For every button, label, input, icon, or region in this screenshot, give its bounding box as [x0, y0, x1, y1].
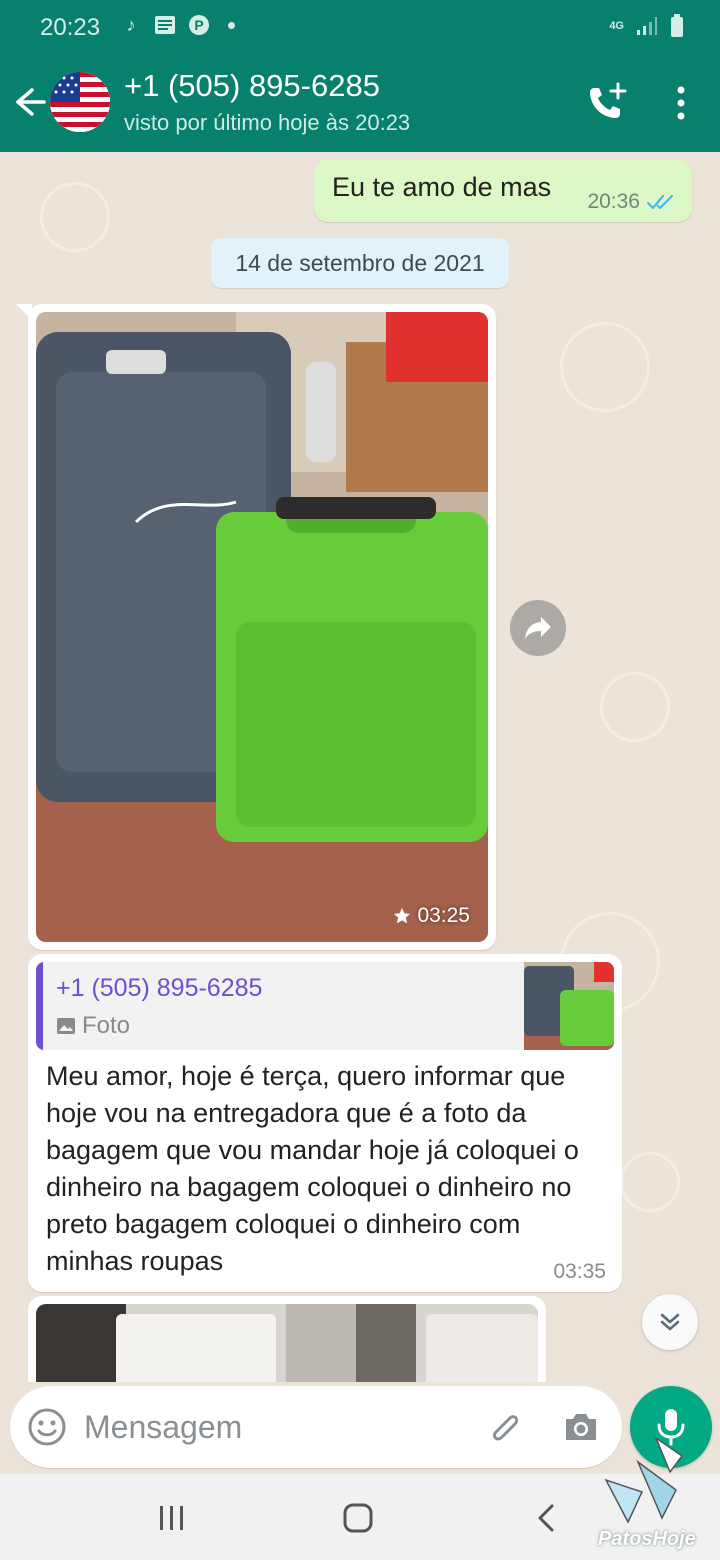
attach-button[interactable] — [482, 1406, 524, 1448]
incoming-reply-message[interactable]: +1 (505) 895-6285 Foto Meu amor, hoje é … — [28, 954, 622, 1292]
outgoing-message[interactable]: Eu te amo de mas 20:36 — [314, 160, 692, 222]
suitcases-photo[interactable]: 03:25 — [36, 312, 488, 942]
wallpaper-doodle — [560, 322, 650, 412]
more-options-button[interactable] — [664, 80, 698, 126]
forward-button[interactable] — [510, 600, 566, 656]
svg-text:P: P — [194, 17, 203, 33]
paperclip-icon — [493, 1415, 519, 1441]
incoming-photo-message-partial[interactable] — [28, 1296, 546, 1382]
image-icon — [57, 1018, 75, 1034]
bubble-tail — [16, 304, 32, 320]
quoted-type: Foto — [56, 1012, 130, 1040]
recent-apps-icon — [160, 1506, 183, 1530]
emoji-icon — [28, 1408, 66, 1446]
home-icon — [343, 1503, 373, 1533]
quoted-sender: +1 (505) 895-6285 — [56, 974, 263, 1002]
scroll-to-bottom-button[interactable] — [642, 1294, 698, 1350]
quoted-thumbnail-image — [524, 962, 614, 1050]
quoted-thumbnail — [524, 962, 614, 1050]
kebab-menu-icon — [677, 86, 685, 120]
us-flag-avatar-icon — [50, 72, 110, 132]
wallpaper-doodle — [620, 1152, 680, 1212]
message-time: 20:36 — [587, 190, 640, 213]
recent-apps-button[interactable] — [150, 1498, 194, 1538]
date-separator: 14 de setembro de 2021 — [211, 238, 509, 288]
photo-time: 03:25 — [417, 904, 470, 927]
emoji-button[interactable] — [26, 1406, 68, 1448]
home-button[interactable] — [336, 1496, 380, 1540]
quoted-type-label: Foto — [82, 1012, 131, 1039]
network-type-label: 4G — [609, 19, 624, 32]
add-call-button[interactable] — [584, 80, 630, 126]
status-time: 20:23 — [40, 14, 101, 41]
notification-dot-icon — [228, 21, 235, 29]
status-notification-icons: ♪ P — [120, 14, 235, 36]
quoted-message[interactable]: +1 (505) 895-6285 Foto — [36, 962, 614, 1050]
forward-arrow-icon — [525, 617, 551, 639]
chat-area[interactable]: Eu te amo de mas 20:36 14 de setembro de… — [0, 152, 720, 1382]
news-app-icon — [154, 14, 176, 36]
battery-icon — [671, 14, 683, 37]
incoming-photo-message[interactable]: 03:25 — [16, 304, 496, 950]
signal-icon — [637, 17, 657, 35]
system-back-button[interactable] — [526, 1498, 566, 1538]
contact-name[interactable]: +1 (505) 895-6285 — [124, 68, 380, 104]
phone-add-icon — [590, 82, 627, 118]
chat-header: +1 (505) 895-6285 visto por último hoje … — [0, 54, 720, 152]
partial-photo[interactable] — [36, 1304, 538, 1382]
chevron-left-icon — [538, 1504, 554, 1532]
watermark-logo — [604, 1435, 684, 1524]
double-chevron-down-icon — [660, 1313, 680, 1331]
message-text: Meu amor, hoje é terça, quero informar q… — [46, 1061, 579, 1276]
camera-button[interactable] — [560, 1406, 602, 1448]
contact-last-seen: visto por último hoje às 20:23 — [124, 110, 411, 135]
partial-photo-image — [36, 1304, 538, 1382]
composer-field — [10, 1386, 622, 1468]
suitcases-photo-image — [36, 312, 488, 942]
watermark-text: PatosHoje — [598, 1528, 696, 1550]
avatar[interactable] — [50, 72, 110, 132]
status-bar: 20:23 ♪ P 4G — [0, 0, 720, 54]
message-input[interactable] — [84, 1400, 464, 1454]
double-check-icon — [646, 194, 674, 210]
message-meta: 20:36 — [587, 190, 676, 214]
back-button[interactable] — [10, 82, 50, 122]
wallpaper-doodle — [40, 182, 110, 252]
star-icon — [394, 907, 411, 924]
pinterest-icon: P — [188, 14, 210, 36]
message-time: 03:35 — [553, 1260, 606, 1283]
message-text: Eu te amo de mas — [332, 172, 552, 202]
camera-icon — [566, 1414, 596, 1440]
photo-meta: 03:25 — [393, 904, 470, 928]
quote-accent-bar — [36, 962, 43, 1050]
tiktok-icon: ♪ — [126, 14, 136, 35]
status-system-icons: 4G — [609, 14, 684, 38]
wallpaper-doodle — [600, 672, 670, 742]
back-arrow-icon — [16, 88, 46, 116]
